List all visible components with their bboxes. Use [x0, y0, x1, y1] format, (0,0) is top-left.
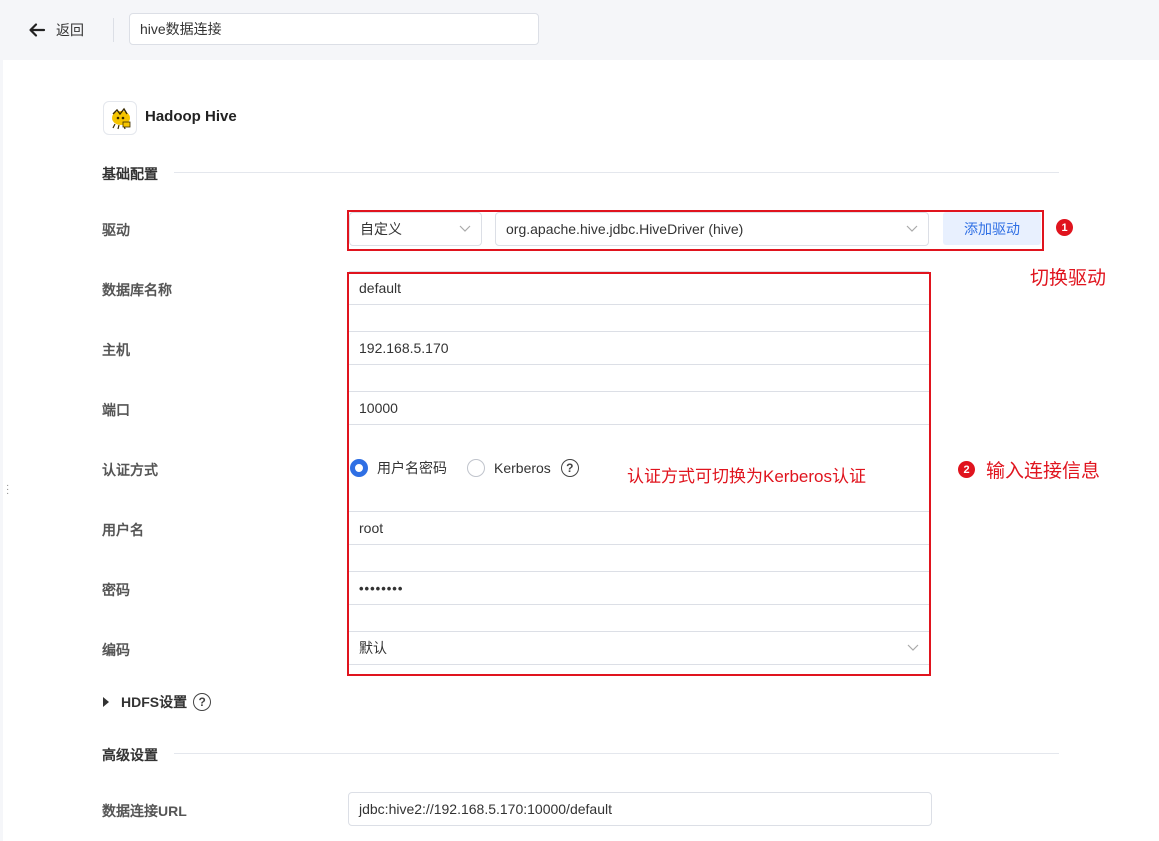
annotation-auth-note: 认证方式可切换为Kerberos认证 — [627, 467, 866, 486]
username-label: 用户名 — [102, 522, 144, 538]
help-icon[interactable]: ? — [193, 693, 212, 711]
url-label: 数据连接URL — [102, 803, 187, 819]
arrow-left-icon — [28, 21, 46, 39]
auth-method-label: 认证方式 — [102, 462, 158, 478]
database-name-label: 数据库名称 — [102, 282, 172, 298]
divider — [113, 18, 114, 42]
hive-logo-icon — [103, 101, 137, 135]
annotation-switch-driver: 切换驱动 — [1030, 268, 1107, 289]
annotation-driver-box — [347, 210, 1044, 251]
resize-handle-icon[interactable]: · · · — [6, 481, 9, 499]
left-panel-edge — [0, 60, 3, 841]
hdfs-settings-label: HDFS设置 — [121, 694, 188, 710]
caret-right-icon — [103, 697, 109, 707]
top-bar: 返回 — [0, 0, 1159, 60]
datasource-name: Hadoop Hive — [145, 108, 237, 125]
driver-label: 驱动 — [102, 222, 130, 238]
host-label: 主机 — [102, 342, 130, 358]
connection-name-input[interactable] — [129, 13, 539, 45]
section-basic-title: 基础配置 — [102, 166, 158, 182]
section-divider — [174, 753, 1059, 754]
section-divider — [174, 172, 1059, 173]
back-button[interactable]: 返回 — [28, 18, 84, 42]
encoding-label: 编码 — [102, 642, 130, 658]
hdfs-settings-toggle[interactable]: HDFS设置 ? — [103, 692, 212, 712]
annotation-input-info: 输入连接信息 — [986, 461, 1101, 482]
annotation-number-1: 1 — [1056, 219, 1073, 236]
section-advanced-title: 高级设置 — [102, 747, 158, 763]
jdbc-url-input[interactable]: jdbc:hive2://192.168.5.170:10000/default — [348, 792, 932, 826]
password-label: 密码 — [102, 582, 130, 598]
back-label: 返回 — [56, 22, 84, 38]
annotation-number-2: 2 — [958, 461, 975, 478]
port-label: 端口 — [102, 402, 130, 418]
